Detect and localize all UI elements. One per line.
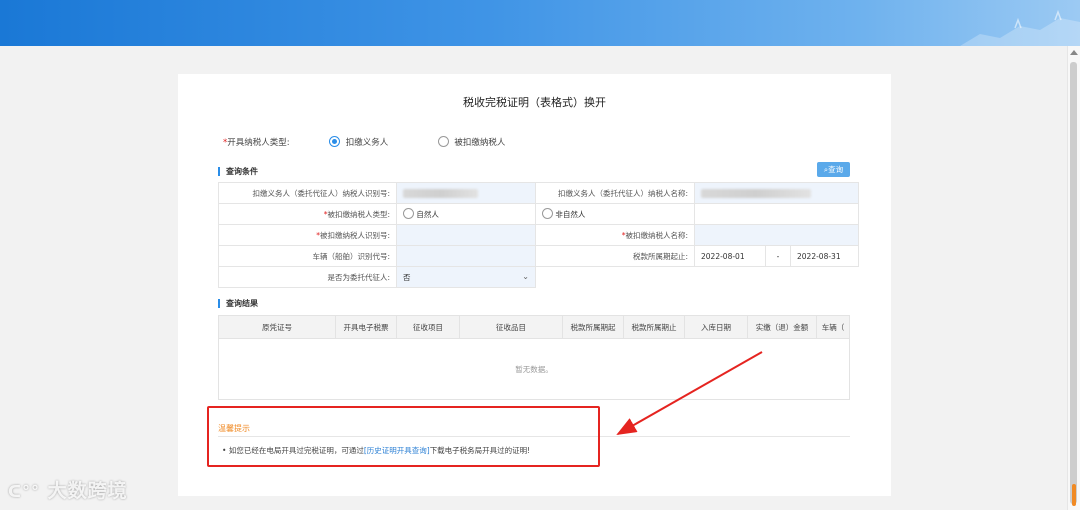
payer-id-label: 被扣缴纳税人识别号:: [319, 230, 390, 240]
radio-natural-person-label[interactable]: 自然人: [416, 210, 439, 219]
withholder-name-label: 扣缴义务人（委托代征人）纳税人名称:: [535, 182, 695, 204]
scrollbar-thumb[interactable]: [1070, 62, 1077, 504]
empty-message: 暂无数据。: [218, 338, 850, 400]
period-label: 税款所属期起止:: [535, 245, 695, 267]
col-paid-amount[interactable]: 实缴（退）金额: [747, 315, 817, 339]
withholder-id-field: [396, 182, 536, 204]
payer-id-label-cell: *被扣缴纳税人识别号:: [218, 224, 397, 246]
watermark-text: 大数跨境: [47, 480, 128, 502]
radio-payer[interactable]: [437, 136, 449, 147]
radio-payer-label[interactable]: 被扣缴纳税人: [454, 138, 505, 148]
payer-name-label: 被扣缴纳税人名称:: [625, 230, 688, 240]
col-period-end[interactable]: 税款所属期止: [623, 315, 685, 339]
col-e-tax-ticket[interactable]: 开具电子税票: [335, 315, 397, 339]
payer-name-input[interactable]: [694, 224, 859, 246]
col-original-voucher[interactable]: 原凭证号: [218, 315, 336, 339]
scroll-indicator: [1072, 484, 1076, 506]
col-collection-category[interactable]: 征收品目: [459, 315, 563, 339]
watermark-logo-icon: ᑕ°°: [8, 482, 41, 501]
header-banner: [0, 0, 1080, 46]
withholder-name-field: [694, 182, 859, 204]
page-title: 税收完税证明（表格式）换开: [463, 96, 606, 109]
payer-type-natural[interactable]: 自然人: [396, 203, 536, 225]
issuer-type-row: *开具纳税人类型: 扣缴义务人 被扣缴纳税人: [223, 136, 505, 148]
period-start-input[interactable]: 2022-08-01: [694, 245, 766, 267]
agent-select-value: 否: [403, 272, 411, 282]
vehicle-input[interactable]: [396, 245, 536, 267]
col-period-start[interactable]: 税款所属期起: [562, 315, 624, 339]
withholder-id-label: 扣缴义务人（委托代征人）纳税人识别号:: [218, 182, 397, 204]
issuer-type-label: 开具纳税人类型:: [227, 138, 290, 148]
query-button-label: 查询: [828, 165, 844, 174]
annotation-box: [207, 406, 600, 467]
agent-label: 是否为委托代征人:: [218, 266, 397, 288]
radio-withholder-label[interactable]: 扣缴义务人: [346, 138, 389, 148]
radio-natural-person[interactable]: [403, 208, 414, 219]
results-section-title: 查询结果: [218, 299, 258, 308]
col-vehicle[interactable]: 车辆（: [816, 315, 850, 339]
col-storage-date[interactable]: 入库日期: [684, 315, 748, 339]
chevron-down-icon: ⌄: [522, 271, 529, 281]
great-wall-graphic: [960, 9, 1080, 46]
payer-id-input[interactable]: [396, 224, 536, 246]
payer-type-label-cell: *被扣缴纳税人类型:: [218, 203, 397, 225]
query-form: 扣缴义务人（委托代征人）纳税人识别号: 扣缴义务人（委托代征人）纳税人名称: *…: [218, 182, 859, 288]
radio-non-natural-person-label[interactable]: 非自然人: [555, 210, 585, 219]
payer-type-nonnatural[interactable]: 非自然人: [535, 203, 695, 225]
results-table: 原凭证号 开具电子税票 征收项目 征收品目 税款所属期起 税款所属期止 入库日期…: [218, 315, 850, 400]
col-collection-item[interactable]: 征收项目: [396, 315, 460, 339]
scroll-up-icon[interactable]: [1070, 50, 1078, 55]
agent-select[interactable]: 否 ⌄: [396, 266, 536, 288]
period-end-input[interactable]: 2022-08-31: [790, 245, 859, 267]
period-separator: -: [765, 245, 791, 267]
payer-name-label-cell: *被扣缴纳税人名称:: [535, 224, 695, 246]
watermark: ᑕ°° 大数跨境: [8, 476, 128, 503]
radio-non-natural-person[interactable]: [542, 208, 553, 219]
payer-type-label: 被扣缴纳税人类型:: [327, 209, 390, 219]
results-header-row: 原凭证号 开具电子税票 征收项目 征收品目 税款所属期起 税款所属期止 入库日期…: [218, 315, 850, 339]
vehicle-label: 车辆（船舶）识别代号:: [218, 245, 397, 267]
query-button[interactable]: ⌕查询: [817, 162, 850, 177]
empty-cell: [694, 203, 859, 225]
radio-withholder[interactable]: [329, 136, 341, 147]
page-scrollbar[interactable]: [1067, 46, 1080, 510]
query-section-title: 查询条件: [218, 167, 258, 176]
